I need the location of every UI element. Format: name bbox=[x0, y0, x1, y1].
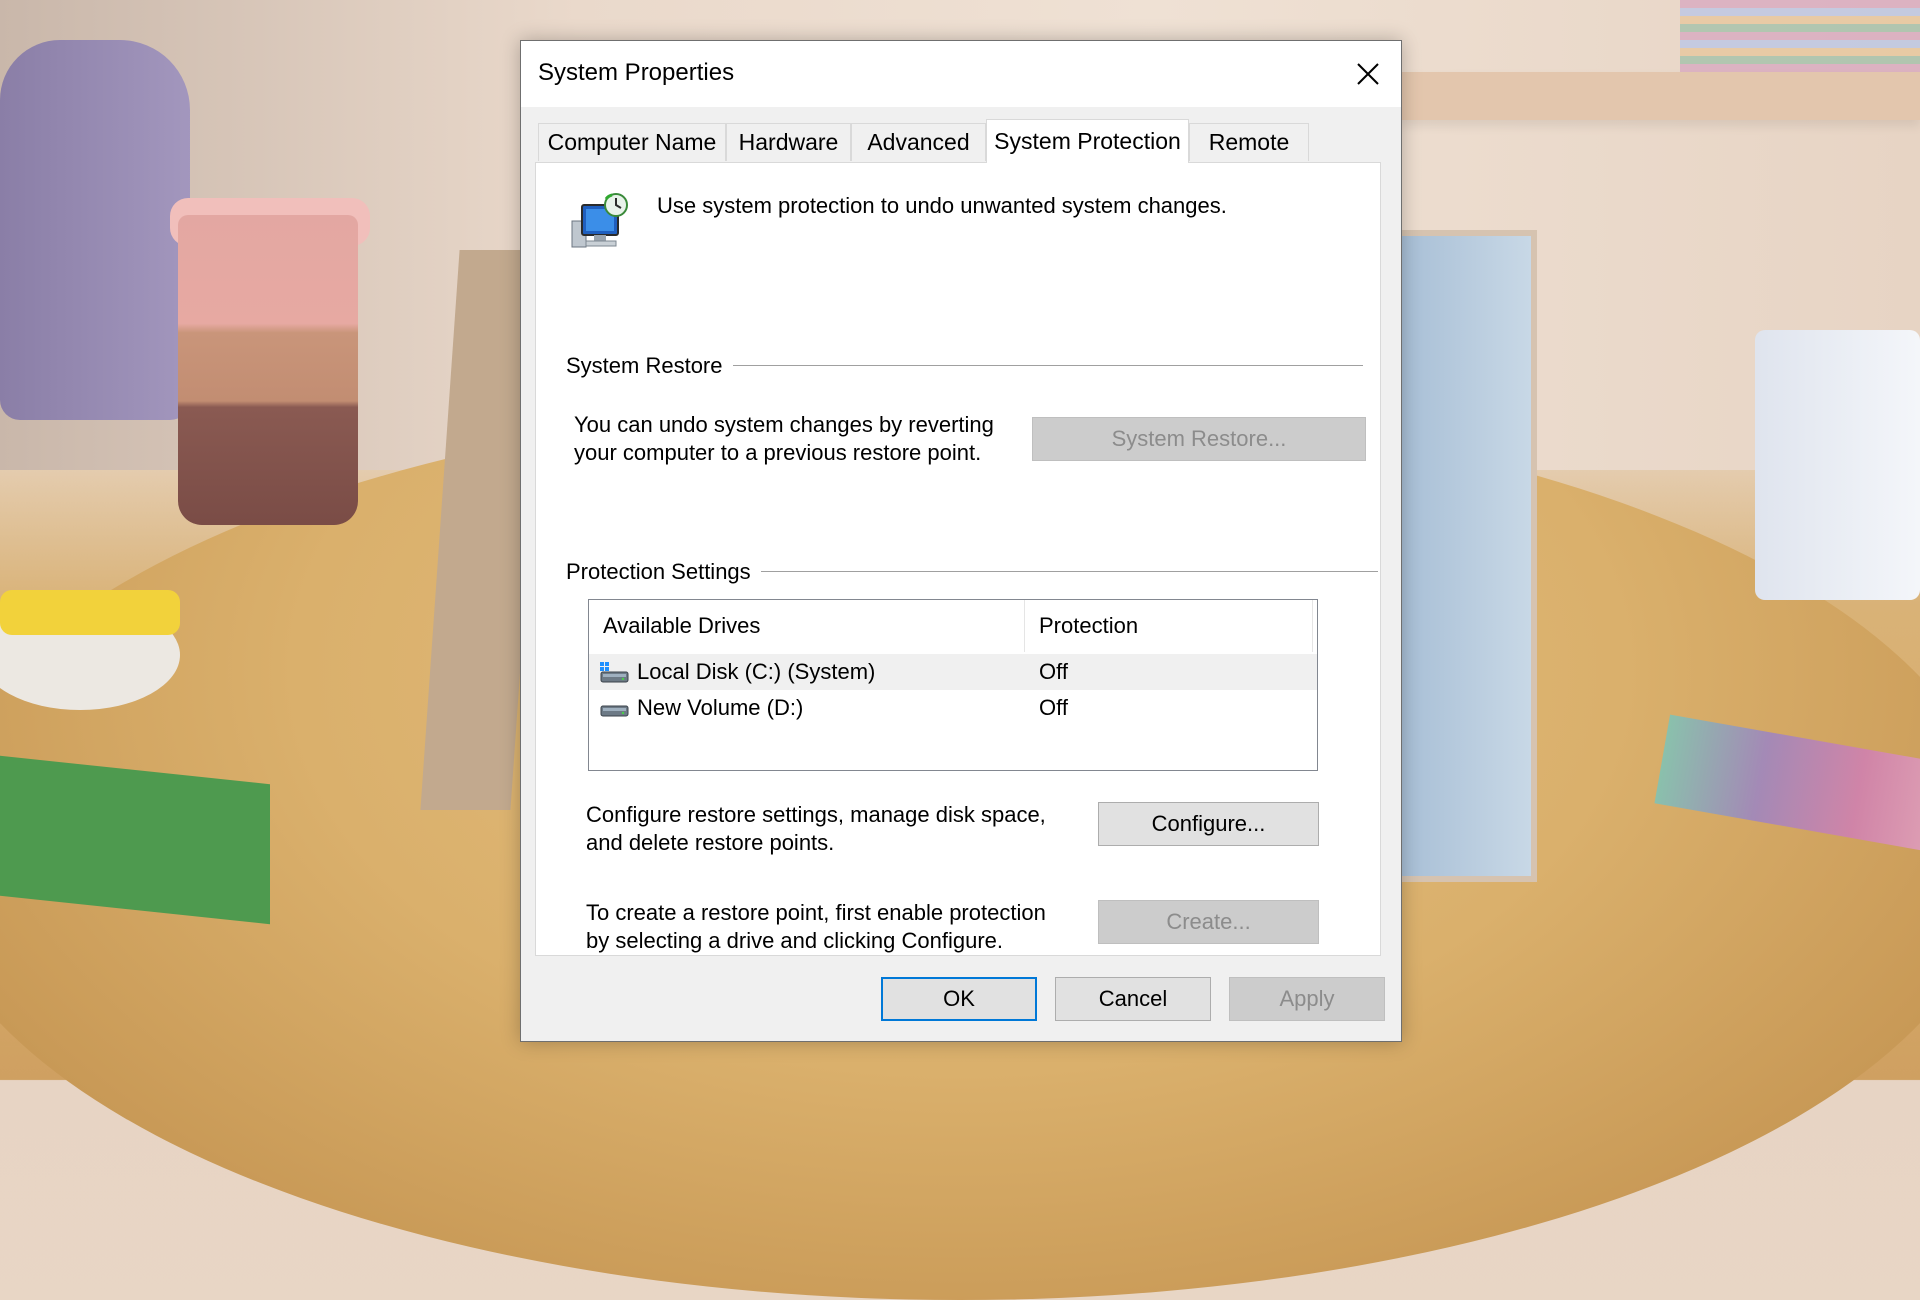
cancel-button[interactable]: Cancel bbox=[1055, 977, 1211, 1021]
system-restore-description: You can undo system changes by reverting… bbox=[574, 411, 994, 467]
header-description: Use system protection to undo unwanted s… bbox=[657, 193, 1227, 218]
system-restore-button[interactable]: System Restore... bbox=[1032, 417, 1366, 461]
list-header: Available Drives Protection bbox=[589, 600, 1317, 652]
tab-label: Computer Name bbox=[547, 129, 717, 155]
description-line: and delete restore points. bbox=[586, 830, 835, 855]
background-cup bbox=[178, 215, 358, 525]
list-item[interactable]: Local Disk (C:) (System) Off bbox=[589, 654, 1317, 690]
configure-description: Configure restore settings, manage disk … bbox=[586, 801, 1046, 857]
drive-name-cell: New Volume (D:) bbox=[599, 690, 803, 726]
create-description: To create a restore point, first enable … bbox=[586, 899, 1046, 955]
background-tape-dispenser bbox=[0, 590, 180, 635]
description-line: You can undo system changes by reverting bbox=[574, 412, 994, 437]
tab-label: System Protection bbox=[994, 128, 1181, 154]
group-label-protection-settings: Protection Settings bbox=[566, 559, 761, 585]
system-properties-dialog: System Properties Computer Name Hardware… bbox=[520, 40, 1402, 1042]
drive-name: New Volume (D:) bbox=[637, 695, 804, 720]
group-label-system-restore: System Restore bbox=[566, 353, 733, 379]
tab-system-protection[interactable]: System Protection bbox=[986, 119, 1189, 163]
background-laptop-right bbox=[1395, 230, 1537, 882]
system-drive-icon bbox=[600, 662, 629, 683]
title-bar[interactable]: System Properties bbox=[521, 41, 1401, 107]
ok-button[interactable]: OK bbox=[881, 977, 1037, 1021]
background-pen-holder bbox=[1755, 330, 1920, 600]
close-icon bbox=[1357, 63, 1379, 85]
group-divider bbox=[726, 365, 1363, 366]
description-line: by selecting a drive and clicking Config… bbox=[586, 928, 1004, 953]
tab-advanced[interactable]: Advanced bbox=[851, 123, 986, 161]
tab-remote[interactable]: Remote bbox=[1189, 123, 1309, 161]
column-header-available-drives[interactable]: Available Drives bbox=[589, 600, 1025, 652]
description-line: Configure restore settings, manage disk … bbox=[586, 802, 1046, 827]
tab-computer-name[interactable]: Computer Name bbox=[538, 123, 726, 161]
drive-icon bbox=[600, 705, 629, 717]
protection-status-cell: Off bbox=[1039, 695, 1068, 720]
system-protection-panel: Use system protection to undo unwanted s… bbox=[535, 162, 1381, 956]
column-header-protection[interactable]: Protection bbox=[1025, 600, 1313, 652]
description-line: To create a restore point, first enable … bbox=[586, 900, 1046, 925]
configure-button[interactable]: Configure... bbox=[1098, 802, 1319, 846]
drives-list[interactable]: Available Drives Protection Local Disk (… bbox=[588, 599, 1318, 771]
protection-status-cell: Off bbox=[1039, 659, 1068, 684]
tab-label: Remote bbox=[1208, 129, 1290, 155]
background-chair bbox=[0, 40, 190, 420]
drive-name-cell: Local Disk (C:) (System) bbox=[599, 654, 875, 690]
drive-name: Local Disk (C:) (System) bbox=[637, 659, 876, 684]
close-button[interactable] bbox=[1335, 41, 1401, 107]
tab-hardware[interactable]: Hardware bbox=[726, 123, 851, 161]
description-line: your computer to a previous restore poin… bbox=[574, 440, 982, 465]
apply-button[interactable]: Apply bbox=[1229, 977, 1385, 1021]
tab-label: Hardware bbox=[738, 129, 839, 155]
background-shelf bbox=[1400, 72, 1920, 120]
list-item[interactable]: New Volume (D:) Off bbox=[589, 690, 1317, 726]
background-books bbox=[1680, 0, 1920, 72]
create-button[interactable]: Create... bbox=[1098, 900, 1319, 944]
tab-label: Advanced bbox=[867, 129, 970, 155]
background-magazine bbox=[0, 755, 270, 925]
window-title: System Properties bbox=[538, 59, 735, 86]
group-divider bbox=[756, 571, 1378, 572]
system-protection-icon bbox=[571, 193, 628, 248]
